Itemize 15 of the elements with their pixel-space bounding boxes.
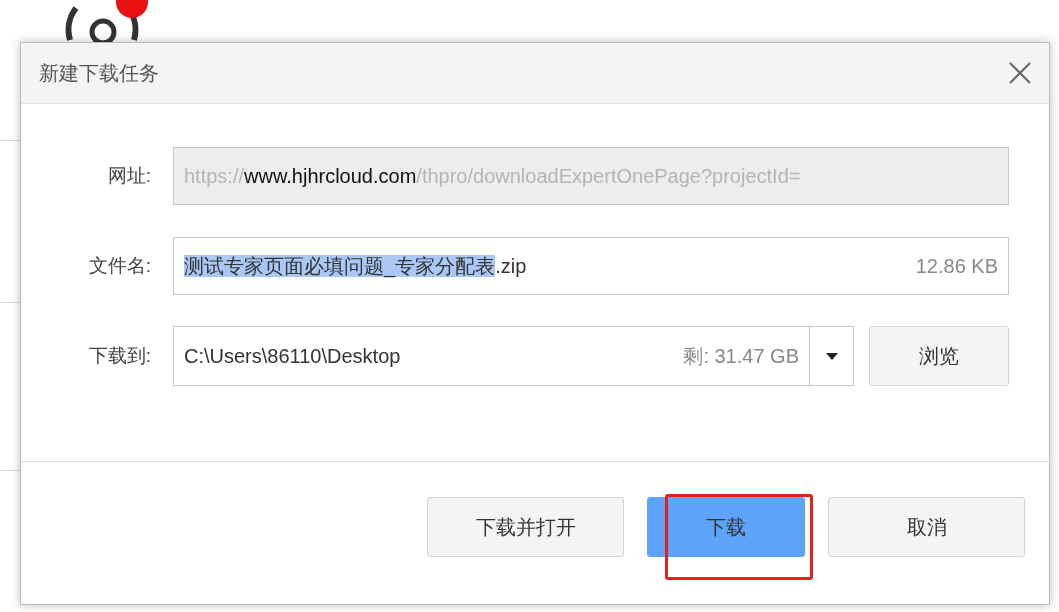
free-space: 剩: 31.47 GB	[683, 343, 799, 369]
field-label: 网址:	[106, 164, 151, 188]
caret-icon	[825, 352, 838, 360]
field-label: 文件名:	[87, 254, 151, 278]
field-label: 下载到:	[87, 344, 151, 368]
file-size: 12.86 KB	[915, 254, 998, 278]
close-icon[interactable]	[1009, 62, 1031, 84]
dialog-button[interactable]: 下载并打开	[427, 497, 624, 557]
filename-field[interactable]: 测试专家页面必填问题_专家分配表.zip 12.86 KB	[173, 237, 1009, 295]
dialog-title: 新建下载任务	[39, 60, 159, 86]
download-button[interactable]: 下载	[647, 497, 805, 557]
browse-button[interactable]: 浏览	[869, 326, 1009, 386]
url-field[interactable]: https://www.hjhrcloud.com/thpro/downloadExpertOnePage?projectId=	[173, 147, 1009, 205]
save-path-field[interactable]: C:\Users\86110\Desktop 剩: 31.47 GB	[173, 326, 810, 386]
dialog-button[interactable]: 取消	[828, 497, 1025, 557]
